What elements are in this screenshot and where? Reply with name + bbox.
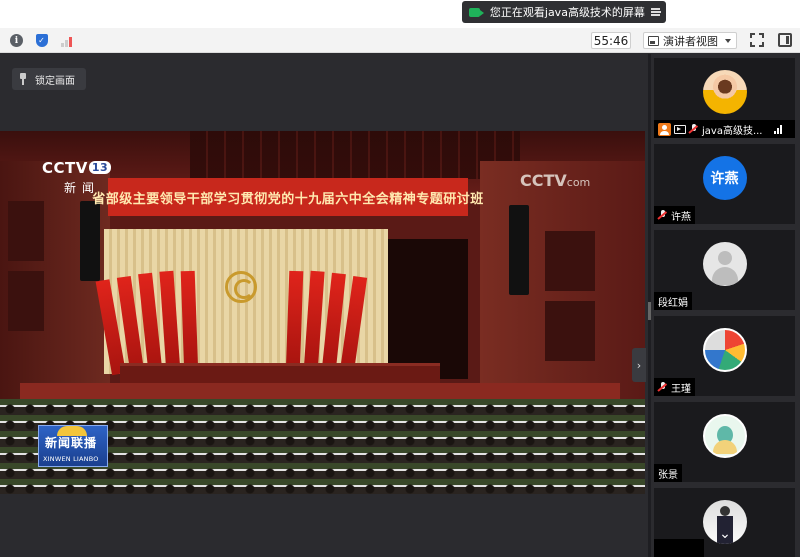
signal-icon [61,35,72,47]
participant-name: 王瑾 [671,383,691,395]
participant-name: 段红娟 [658,297,688,309]
chevron-right-icon: › [636,358,642,372]
participant-name: 许燕 [671,211,691,223]
participant-tile[interactable]: 张景 [654,402,795,482]
scroll-down-button[interactable]: ⌄ [712,524,738,544]
shared-video: 省部级主要领导干部学习贯彻党的十九届六中全会精神专题研讨班 CCTV 13 新闻 … [0,131,645,494]
signal-icon [773,124,782,134]
watermark-logo: CCTVcom [520,171,591,190]
avatar [702,328,747,372]
shield-icon: ✓ [35,34,48,47]
participant-tile[interactable]: 王瑾 [654,316,795,396]
avatar [702,70,747,114]
view-mode-label: 演讲者视图 [663,34,718,48]
avatar [702,242,747,286]
lock-screen-label: 锁定画面 [35,75,75,87]
participant-tile[interactable]: 段红娟 [654,230,795,310]
camera-icon [469,7,484,17]
mic-muted-icon [658,382,668,392]
share-status-text: 您正在观看java高级技术的屏幕 [489,6,645,19]
channel-subtitle: 新闻 [64,181,101,195]
toolbar: i ✓ 55:46 演讲者视图 [0,28,800,53]
view-mode-select[interactable]: 演讲者视图 [643,32,737,49]
chevron-down-icon: ⌄ [719,526,731,542]
lock-screen-button[interactable]: 锁定画面 [12,68,86,90]
screen-share-icon [674,124,686,134]
pin-icon [19,73,27,85]
meeting-timer: 55:46 [591,32,631,49]
participant-name: java高级技... [702,125,763,137]
speaker-view-icon [648,35,659,46]
sidebar-toggle-icon[interactable] [778,33,792,47]
channel-logo: CCTV 13 [42,159,112,177]
info-icon: i [10,34,23,47]
network-status-button[interactable] [58,32,75,49]
security-button[interactable]: ✓ [33,32,50,49]
menu-icon[interactable] [650,8,662,16]
avatar: 许燕 [702,156,747,200]
mic-muted-icon [689,124,699,134]
avatar [702,414,747,458]
host-icon [658,122,671,136]
collapse-sidebar-button[interactable]: › [632,348,646,382]
top-bar: 您正在观看java高级技术的屏幕 [0,0,800,28]
mic-muted-icon [658,210,668,220]
main-stage: 锁定画面 省部级主要领导干部学习贯彻党的十九届六中全会精神专题研讨班 CCTV 1… [0,54,648,557]
participant-tile[interactable]: 许燕 许燕 [654,144,795,224]
program-logo: 新闻联播 XINWEN LIANBO [38,425,108,467]
info-button[interactable]: i [8,32,25,49]
participant-name: 张景 [658,469,678,481]
participant-list: java高级技... 许燕 许燕 段红娟 王瑾 张景 [651,54,800,557]
participant-tile[interactable] [654,488,795,557]
participant-tile[interactable]: java高级技... [654,58,795,138]
event-banner: 省部级主要领导干部学习贯彻党的十九届六中全会精神专题研讨班 [92,178,483,216]
fullscreen-icon[interactable] [750,33,764,47]
screen-share-indicator[interactable]: 您正在观看java高级技术的屏幕 [462,1,666,23]
party-emblem-icon [225,271,257,303]
chevron-down-icon [725,38,731,43]
